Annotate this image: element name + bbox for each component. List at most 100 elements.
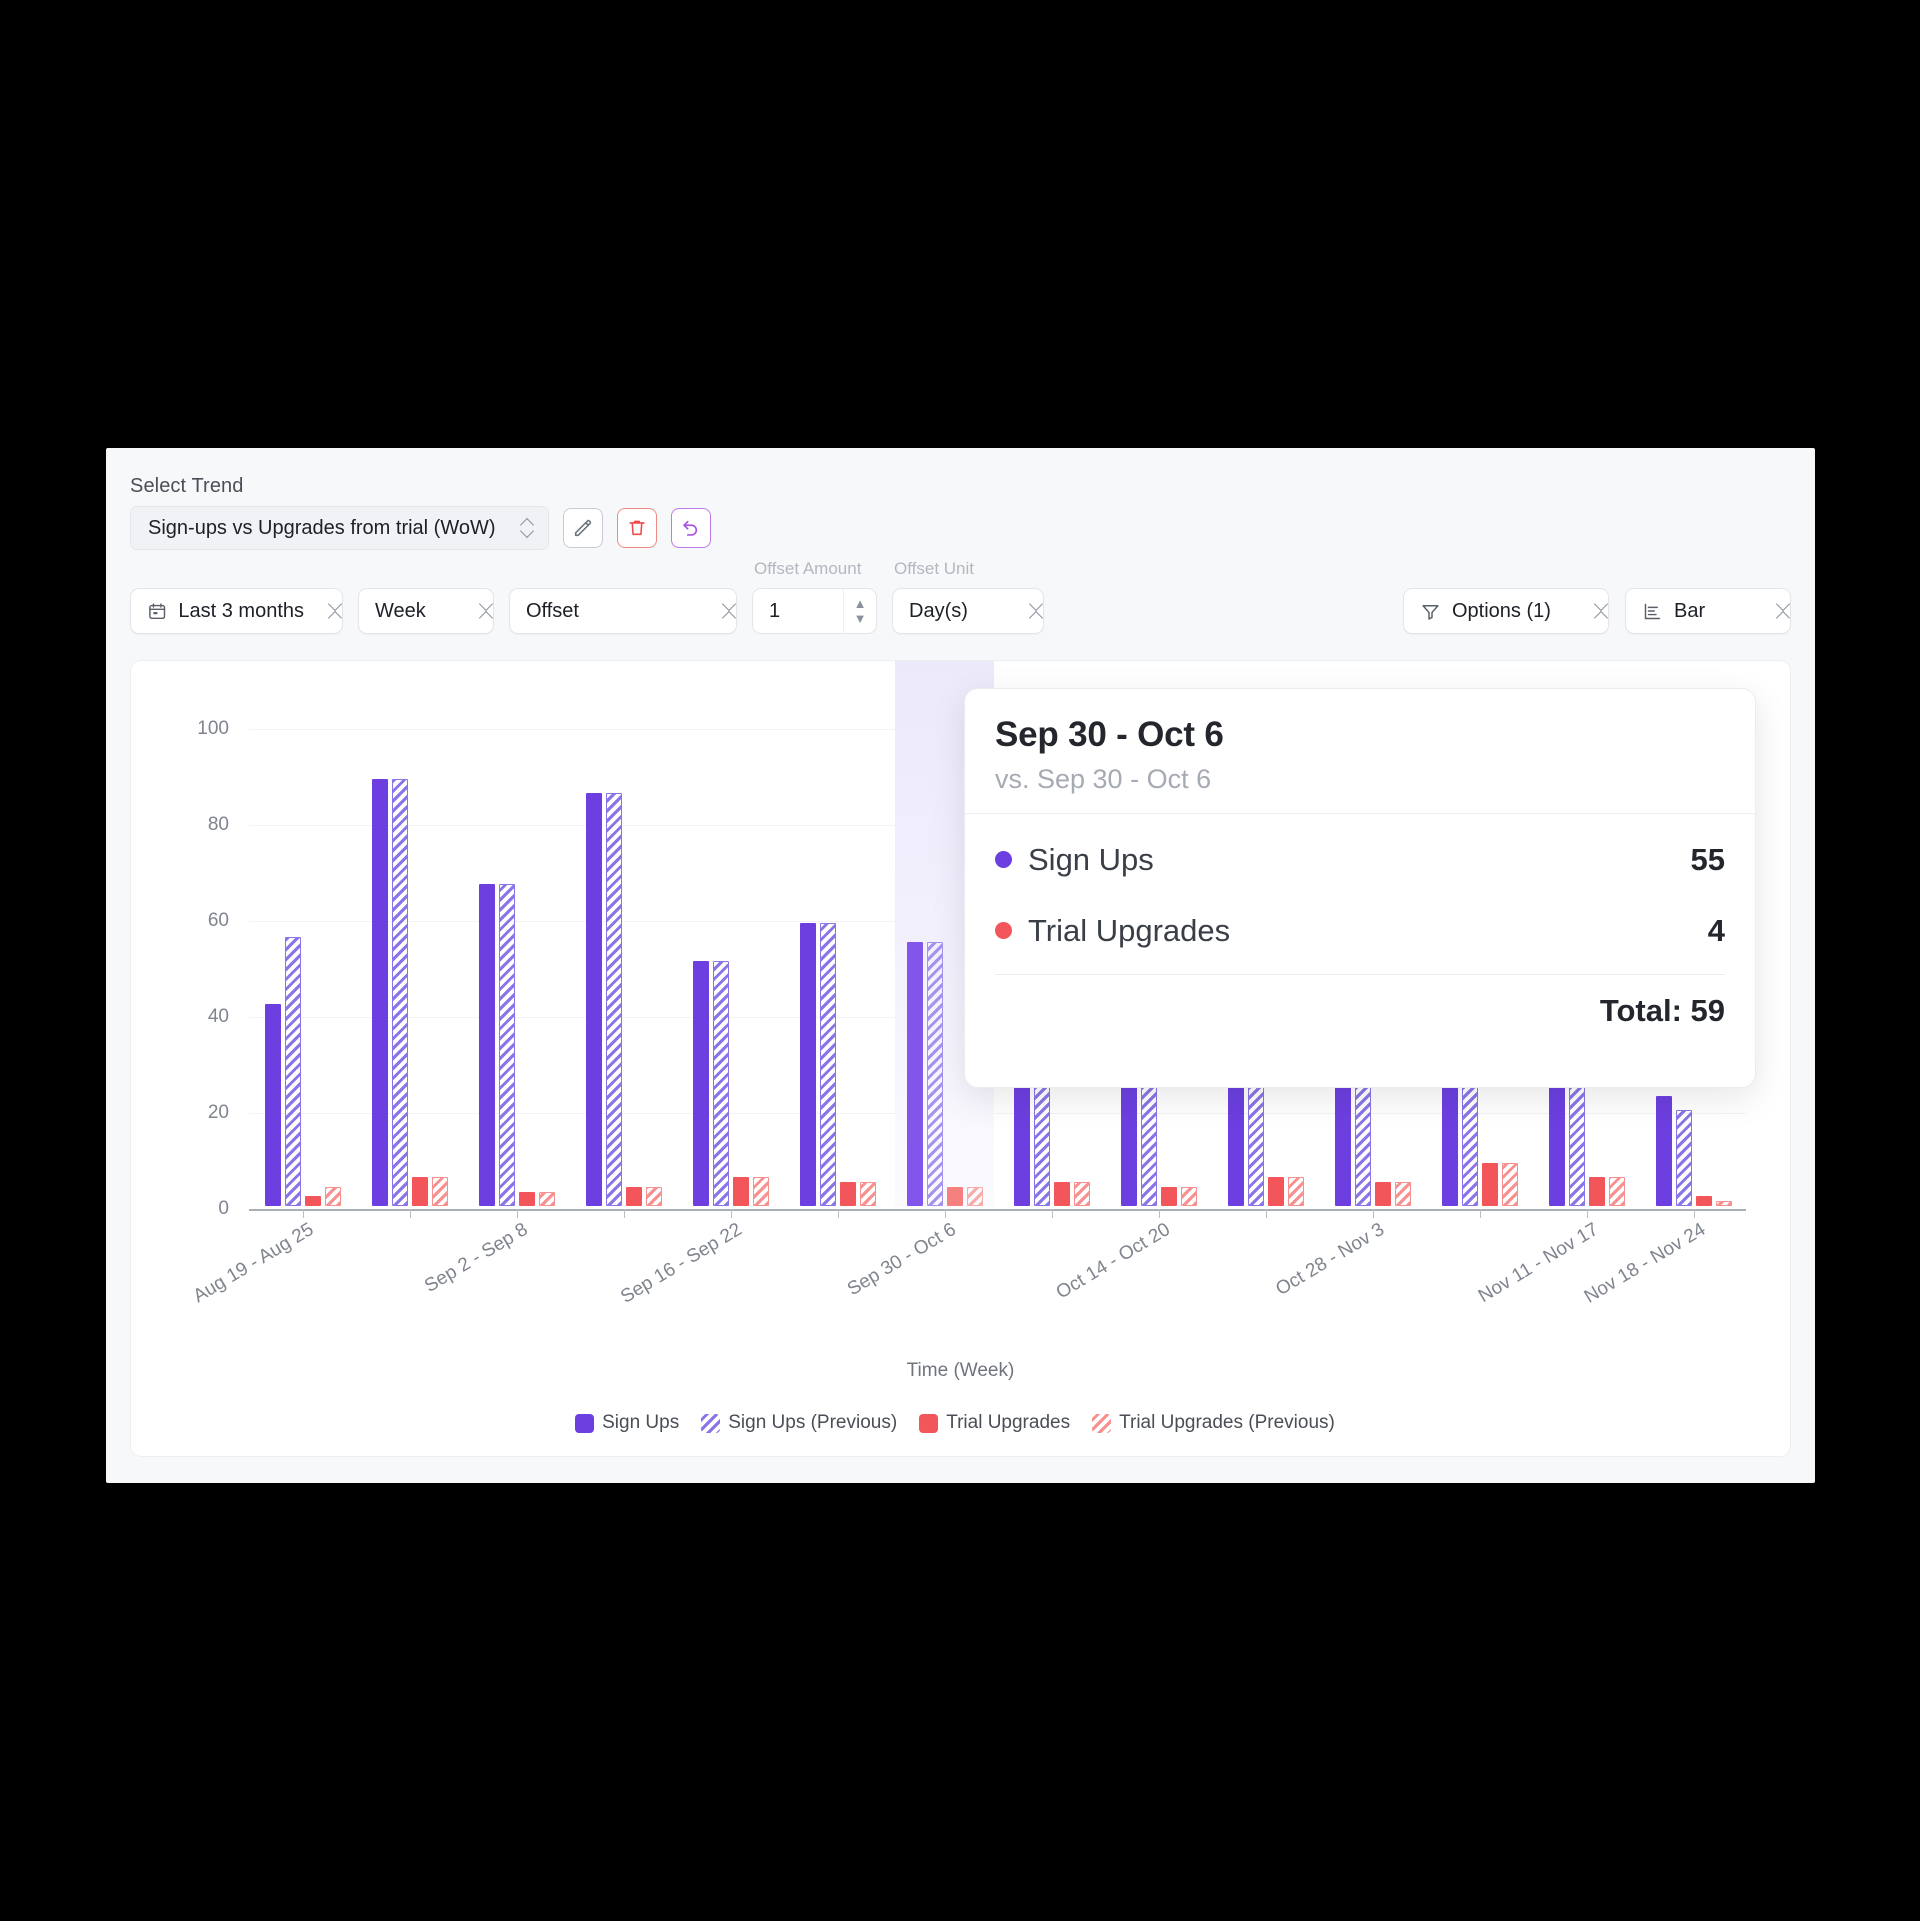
bar-trial-upgrades[interactable] bbox=[1696, 1196, 1713, 1206]
pencil-icon bbox=[574, 519, 592, 537]
bar-signups-previous[interactable] bbox=[926, 942, 943, 1206]
offset-amount-stepper[interactable]: ▲ ▼ bbox=[843, 589, 876, 633]
legend-label: Trial Upgrades (Previous) bbox=[1119, 1412, 1335, 1433]
granularity-select[interactable]: Week bbox=[358, 588, 494, 634]
x-axis-tick bbox=[837, 1209, 839, 1218]
legend-item[interactable]: Sign Ups (Previous) bbox=[701, 1412, 897, 1434]
bar-trial-upgrades[interactable] bbox=[1268, 1177, 1285, 1206]
granularity-value: Week bbox=[375, 599, 426, 622]
bar-signups-previous[interactable] bbox=[605, 793, 622, 1206]
bar-signups[interactable] bbox=[264, 1004, 281, 1206]
options-button[interactable]: Options (1) bbox=[1403, 588, 1609, 634]
bar-trial-upgrades[interactable] bbox=[1375, 1182, 1392, 1206]
comparison-value: Offset bbox=[526, 599, 579, 622]
bar-trial-upgrades[interactable] bbox=[518, 1191, 535, 1206]
trend-select[interactable]: Sign-ups vs Upgrades from trial (WoW) bbox=[130, 506, 549, 550]
bar-trial-upgrades[interactable] bbox=[839, 1182, 856, 1206]
x-axis-tick bbox=[1052, 1209, 1054, 1218]
legend-item[interactable]: Trial Upgrades (Previous) bbox=[1092, 1412, 1335, 1434]
offset-amount-input[interactable]: 1 ▲ ▼ bbox=[752, 588, 877, 634]
delete-trend-button[interactable] bbox=[617, 508, 657, 548]
legend-swatch bbox=[575, 1413, 595, 1433]
legend-swatch bbox=[1092, 1413, 1112, 1433]
offset-unit-select[interactable]: Day(s) bbox=[892, 588, 1044, 634]
bar-signups[interactable] bbox=[799, 922, 816, 1206]
legend-swatch bbox=[701, 1413, 721, 1433]
bar-signups[interactable] bbox=[692, 961, 709, 1206]
bar-signups[interactable] bbox=[371, 778, 388, 1206]
x-axis-tick bbox=[730, 1209, 732, 1218]
series-dot-icon bbox=[995, 851, 1012, 868]
screen: Select Trend Sign-ups vs Upgrades from t… bbox=[0, 0, 1920, 1921]
bar-trial-upgrades[interactable] bbox=[1589, 1177, 1606, 1206]
bar-trial-upgrades-previous[interactable] bbox=[1395, 1182, 1412, 1206]
bar-trial-upgrades-previous[interactable] bbox=[1609, 1177, 1626, 1206]
tooltip-total: Total: 59 bbox=[1599, 993, 1725, 1028]
bar-signups[interactable] bbox=[906, 942, 923, 1206]
bar-trial-upgrades[interactable] bbox=[1161, 1186, 1178, 1206]
bar-signups-previous[interactable] bbox=[284, 937, 301, 1206]
legend-label: Sign Ups bbox=[602, 1412, 680, 1433]
trend-row: Sign-ups vs Upgrades from trial (WoW) bbox=[130, 506, 711, 550]
bar-trial-upgrades-previous[interactable] bbox=[859, 1182, 876, 1206]
bar-signups[interactable] bbox=[478, 884, 495, 1206]
legend-item[interactable]: Sign Ups bbox=[575, 1412, 679, 1434]
bar-trial-upgrades-previous[interactable] bbox=[1181, 1186, 1198, 1206]
bar-trial-upgrades-previous[interactable] bbox=[645, 1186, 662, 1206]
x-axis-tick bbox=[1480, 1209, 1482, 1218]
bar-trial-upgrades[interactable] bbox=[1054, 1182, 1071, 1206]
bar-trial-upgrades-previous[interactable] bbox=[1716, 1201, 1733, 1206]
bar-signups-previous[interactable] bbox=[498, 884, 515, 1206]
x-axis-tick bbox=[1694, 1209, 1696, 1218]
x-axis-tick bbox=[1587, 1209, 1589, 1218]
bar-trial-upgrades[interactable] bbox=[1482, 1162, 1499, 1206]
bar-signups[interactable] bbox=[1656, 1095, 1673, 1206]
bar-signups-previous[interactable] bbox=[1676, 1110, 1693, 1206]
comparison-select[interactable]: Offset bbox=[509, 588, 737, 634]
date-range-select[interactable]: Last 3 months bbox=[130, 588, 343, 634]
bar-trial-upgrades-previous[interactable] bbox=[1074, 1182, 1091, 1206]
chart-type-select[interactable]: Bar bbox=[1625, 588, 1791, 634]
bar-trial-upgrades[interactable] bbox=[946, 1186, 963, 1206]
x-axis-tick bbox=[944, 1209, 946, 1218]
edit-trend-button[interactable] bbox=[563, 508, 603, 548]
filter-icon bbox=[1422, 604, 1439, 620]
series-dot-icon bbox=[995, 922, 1012, 939]
undo-icon bbox=[683, 520, 698, 536]
bar-signups[interactable] bbox=[585, 793, 602, 1206]
bar-trial-upgrades[interactable] bbox=[625, 1186, 642, 1206]
bar-trial-upgrades-previous[interactable] bbox=[752, 1177, 769, 1206]
offset-amount-group: Offset Amount 1 ▲ ▼ bbox=[752, 559, 877, 634]
bar-signups-previous[interactable] bbox=[819, 922, 836, 1206]
y-axis-labels: 0 20 40 60 80 100 bbox=[167, 661, 229, 1456]
trash-icon bbox=[629, 520, 645, 536]
reset-trend-button[interactable] bbox=[671, 508, 711, 548]
tooltip-series-name: Sign Ups bbox=[1028, 841, 1154, 877]
options-value: Options (1) bbox=[1452, 599, 1551, 622]
bar-trial-upgrades[interactable] bbox=[411, 1177, 428, 1206]
bar-trial-upgrades-previous[interactable] bbox=[1288, 1177, 1305, 1206]
right-controls: Options (1) Bar bbox=[1403, 588, 1791, 634]
stepper-down-icon[interactable]: ▼ bbox=[854, 612, 867, 625]
x-axis-tick bbox=[516, 1209, 518, 1218]
y-axis-tick-label: 20 bbox=[207, 1102, 229, 1123]
tooltip-rows: Sign Ups 55 Trial Upgrades 4 bbox=[965, 814, 1755, 966]
x-axis-tick bbox=[409, 1209, 411, 1218]
bar-trial-upgrades-previous[interactable] bbox=[431, 1177, 448, 1206]
chart-legend: Sign Ups Sign Ups (Previous) Trial Upgrade… bbox=[131, 1412, 1790, 1434]
bar-signups-previous[interactable] bbox=[712, 961, 729, 1206]
tooltip-header: Sep 30 - Oct 6 vs. Sep 30 - Oct 6 bbox=[965, 689, 1755, 814]
chart-tooltip: Sep 30 - Oct 6 vs. Sep 30 - Oct 6 Sign U… bbox=[964, 688, 1756, 1088]
y-axis-tick-label: 100 bbox=[197, 718, 229, 739]
legend-item[interactable]: Trial Upgrades bbox=[919, 1412, 1070, 1434]
bar-trial-upgrades-previous[interactable] bbox=[1502, 1162, 1519, 1206]
offset-unit-caption: Offset Unit bbox=[894, 559, 974, 578]
stepper-up-icon[interactable]: ▲ bbox=[854, 597, 867, 610]
bar-trial-upgrades-previous[interactable] bbox=[324, 1186, 341, 1206]
bar-signups-previous[interactable] bbox=[391, 778, 408, 1206]
date-range-value: Last 3 months bbox=[178, 599, 304, 622]
bar-trial-upgrades[interactable] bbox=[304, 1196, 321, 1206]
bar-trial-upgrades-previous[interactable] bbox=[966, 1186, 983, 1206]
bar-trial-upgrades[interactable] bbox=[732, 1177, 749, 1206]
bar-trial-upgrades-previous[interactable] bbox=[538, 1191, 555, 1206]
